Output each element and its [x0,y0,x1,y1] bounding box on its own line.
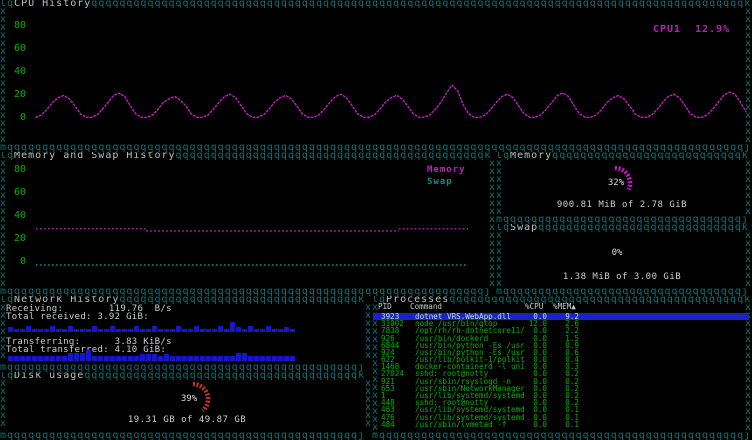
memory-swap-history-chart [36,228,468,266]
swap-panel-bottom-border: mqqqqqqqqqqqqqqqqqqqqqqqqqqqqqqqqqqj [496,288,749,296]
processes-panel-bottom-border: mqqqqqqqqqqqqqqqqqqqqqqqqqqqqqqqqqqqqqqq… [372,432,752,440]
swap-panel-right-border: x x x x x x x [744,230,751,289]
disk-detail: 19.31 GB of 49.87 GB [127,415,247,425]
terminal-screen: lqCPU Historyqqqqqqqqqqqqqqqqqqqqqqqqqqq… [0,0,752,440]
swap-panel-title: lqSwapqqqqqqqqqqqqqqqqqqqqqqqqqqqqqk [496,224,749,232]
process-pid: 484 [381,419,395,429]
swap-detail: 1.38 MiB of 3.00 GiB [562,272,682,282]
process-cpu: 0.0 [533,419,547,429]
network-panel-bottom-border: mqqqqqqqqqqqqqqqqqqqqqqqqqqqqqqqqqqqqqqq… [0,364,366,372]
process-mem: 0.1 [565,419,579,429]
disk-percent: 39% [180,394,198,404]
processes-header-pid: PID [378,302,392,311]
process-row[interactable]: 484/usr/sbin/lvmetad -f 0.0 0.1 [373,419,749,429]
processes-header-command: Command [410,302,443,311]
receiving-sparkline [8,322,295,332]
process-command: /usr/sbin/lvmetad -f [415,419,507,429]
memory-detail: 900.81 MiB of 2.78 GiB [556,200,688,210]
swap-panel-left-border: x x x x x x x [496,230,503,289]
network-panel-title: lqNetwork Historyqqqqqqqqqqqqqqqqqqqqqqq… [0,296,366,304]
processes-header-mem-sort: %MEM▲ [553,302,576,311]
cpu-history-chart [35,84,747,119]
transferring-sparkline [8,350,295,361]
memory-donut-gauge [614,165,633,191]
memory-percent: 32% [607,178,625,188]
disk-donut-gauge [192,381,211,413]
processes-header-cpu: %CPU [525,302,544,311]
swap-percent: 0% [611,248,623,258]
